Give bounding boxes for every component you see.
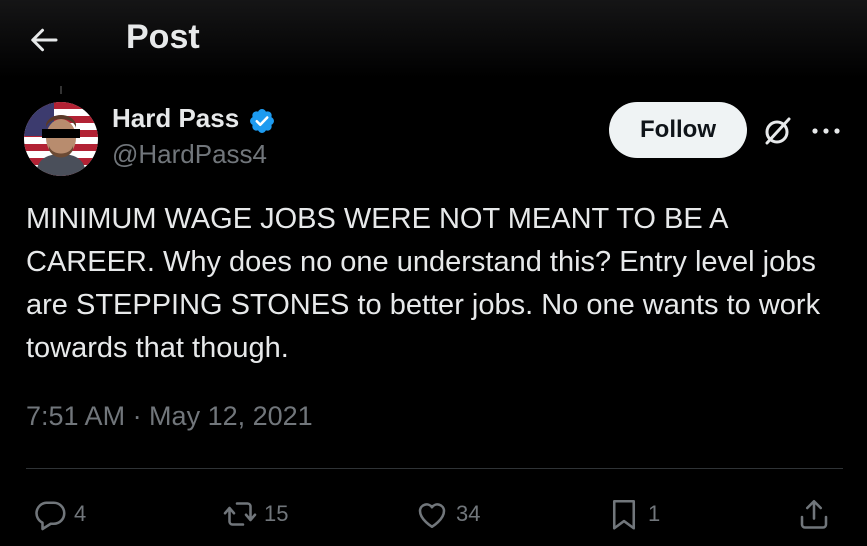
reply-count: 4 bbox=[74, 501, 87, 526]
like-count: 34 bbox=[456, 501, 481, 526]
grok-button[interactable] bbox=[760, 113, 796, 149]
divider bbox=[26, 468, 843, 469]
thread-connector bbox=[60, 86, 62, 94]
heart-icon bbox=[418, 503, 446, 529]
bookmark-icon bbox=[612, 499, 636, 530]
follow-button[interactable]: Follow bbox=[609, 102, 747, 158]
tweet-timestamp[interactable]: 7:51 AM · May 12, 2021 bbox=[26, 401, 313, 432]
repost-button[interactable]: 15 bbox=[222, 494, 288, 534]
verified-badge-icon bbox=[250, 109, 274, 133]
author-handle[interactable]: @HardPass4 bbox=[112, 139, 267, 170]
top-bar: Post bbox=[0, 0, 867, 78]
bookmark-button[interactable]: 1 bbox=[606, 494, 660, 534]
repost-count: 15 bbox=[264, 501, 289, 526]
grok-icon bbox=[765, 117, 791, 145]
avatar-image bbox=[24, 102, 98, 176]
back-button[interactable] bbox=[26, 22, 62, 58]
share-icon bbox=[800, 499, 828, 529]
bookmark-count: 1 bbox=[648, 501, 661, 526]
reply-button[interactable]: 4 bbox=[32, 494, 86, 534]
share-button[interactable] bbox=[796, 494, 832, 534]
arrow-left-icon bbox=[31, 28, 58, 52]
like-button[interactable]: 34 bbox=[414, 494, 480, 534]
reply-icon bbox=[35, 501, 66, 531]
repost-icon bbox=[223, 502, 257, 526]
avatar[interactable] bbox=[24, 102, 98, 176]
page-title: Post bbox=[126, 18, 200, 56]
tweet-text: MINIMUM WAGE JOBS WERE NOT MEANT TO BE A… bbox=[26, 203, 821, 364]
more-horizontal-icon bbox=[812, 128, 840, 134]
author-display-name[interactable]: Hard Pass bbox=[112, 103, 239, 134]
more-options-button[interactable] bbox=[806, 113, 846, 149]
